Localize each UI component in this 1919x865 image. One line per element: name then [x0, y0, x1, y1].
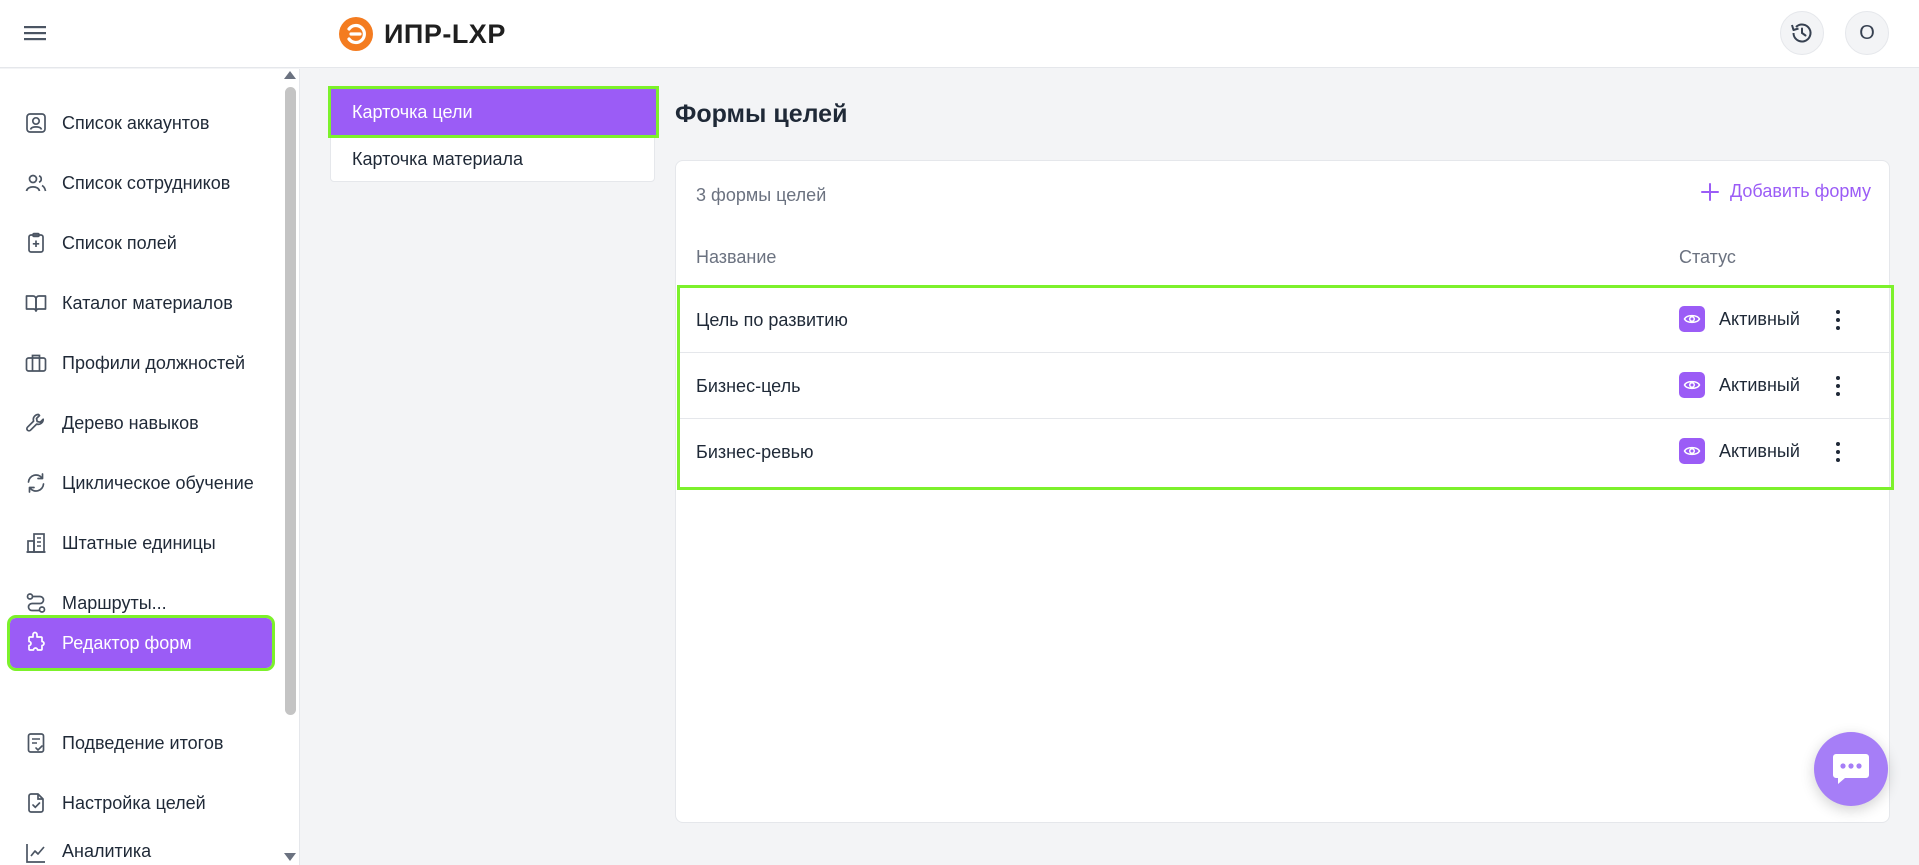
status-text: Активный: [1719, 374, 1800, 395]
goal-forms-card: 3 формы целей Добавить форму Название Ст…: [675, 160, 1894, 823]
history-button[interactable]: [1780, 11, 1824, 55]
refresh-icon: [27, 473, 45, 493]
scroll-up-arrow-icon[interactable]: [284, 71, 296, 79]
eye-icon: [1679, 438, 1705, 464]
sidebar-item-cyclic-learning[interactable]: Циклическое обучение: [10, 458, 272, 508]
clipboard-plus-icon: [28, 232, 44, 253]
puzzle-icon: [28, 631, 45, 651]
subnav-item-material-card[interactable]: Карточка материала: [331, 136, 656, 182]
chat-button[interactable]: [1814, 732, 1888, 806]
users-icon: [25, 174, 47, 192]
more-vertical-icon[interactable]: [1828, 307, 1848, 333]
scroll-down-arrow-icon[interactable]: [284, 853, 296, 861]
sidebar-item-staff-units[interactable]: Штатные единицы: [10, 518, 272, 568]
sidebar-item-summary[interactable]: Подведение итогов: [10, 718, 272, 768]
column-header-name: Название: [696, 247, 777, 267]
sidebar-item-catalog[interactable]: Каталог материалов: [10, 278, 272, 328]
sidebar: Список аккаунтов Список сотрудников Спис…: [0, 69, 300, 865]
page-title: Формы целей: [675, 100, 848, 128]
checklist-icon: [27, 733, 45, 753]
eye-icon: [1679, 306, 1705, 332]
history-icon: [1791, 23, 1812, 43]
sidebar-item-goal-settings[interactable]: Настройка целей: [10, 778, 272, 828]
sidebar-item-accounts[interactable]: Список аккаунтов: [10, 98, 272, 148]
form-type-subnav: Карточка цели Карточка материала: [328, 86, 659, 182]
column-header-status: Статус: [1679, 247, 1736, 267]
table-row[interactable]: Цель по развитию Активный: [680, 288, 1891, 353]
briefcase-icon: [25, 354, 47, 372]
building-icon: [26, 533, 46, 553]
chat-bubble-icon: [1833, 754, 1869, 784]
chart-line-icon: [26, 844, 45, 863]
plus-icon: [1701, 182, 1720, 201]
account-box-icon: [26, 113, 46, 133]
forms-table: Цель по развитию Активный Бизнес-цель Ак…: [677, 285, 1894, 490]
sidebar-item-form-editor[interactable]: Редактор форм: [7, 615, 275, 671]
add-form-button[interactable]: Добавить форму: [1700, 181, 1871, 202]
scrollbar-thumb[interactable]: [285, 87, 296, 715]
status-text: Активный: [1719, 440, 1800, 461]
sidebar-item-skill-tree[interactable]: Дерево навыков: [10, 398, 272, 448]
row-name: Бизнес-цель: [696, 376, 801, 396]
status-cell: Активный: [1679, 372, 1800, 398]
sidebar-item-employees[interactable]: Список сотрудников: [10, 158, 272, 208]
row-name: Цель по развитию: [696, 310, 848, 330]
file-check-icon: [28, 793, 44, 813]
status-cell: Активный: [1679, 438, 1800, 464]
forms-count: 3 формы целей: [696, 185, 827, 205]
subnav-item-goal-card[interactable]: Карточка цели: [328, 86, 659, 138]
avatar-letter: О: [1859, 21, 1875, 44]
status-text: Активный: [1719, 308, 1800, 329]
route-icon: [26, 593, 46, 613]
book-open-icon: [25, 295, 47, 312]
menu-icon[interactable]: [22, 22, 48, 44]
eye-icon: [1679, 372, 1705, 398]
sidebar-item-fields[interactable]: Список полей: [10, 218, 272, 268]
top-bar: ИПР-LXP О: [0, 0, 1919, 68]
logo-text: ИПР-LXP: [384, 18, 506, 49]
sidebar-item-analytics[interactable]: Аналитика: [10, 838, 272, 864]
row-name: Бизнес-ревью: [696, 442, 814, 462]
sidebar-item-job-profiles[interactable]: Профили должностей: [10, 338, 272, 388]
logo-mark-icon: [339, 17, 373, 51]
table-row[interactable]: Бизнес-цель Активный: [680, 354, 1891, 419]
status-cell: Активный: [1679, 306, 1800, 332]
more-vertical-icon[interactable]: [1828, 373, 1848, 399]
app-logo[interactable]: ИПР-LXP: [338, 14, 506, 54]
more-vertical-icon[interactable]: [1828, 439, 1848, 465]
table-row[interactable]: Бизнес-ревью Активный: [680, 420, 1891, 485]
wrench-icon: [26, 413, 45, 432]
user-avatar[interactable]: О: [1845, 11, 1889, 55]
